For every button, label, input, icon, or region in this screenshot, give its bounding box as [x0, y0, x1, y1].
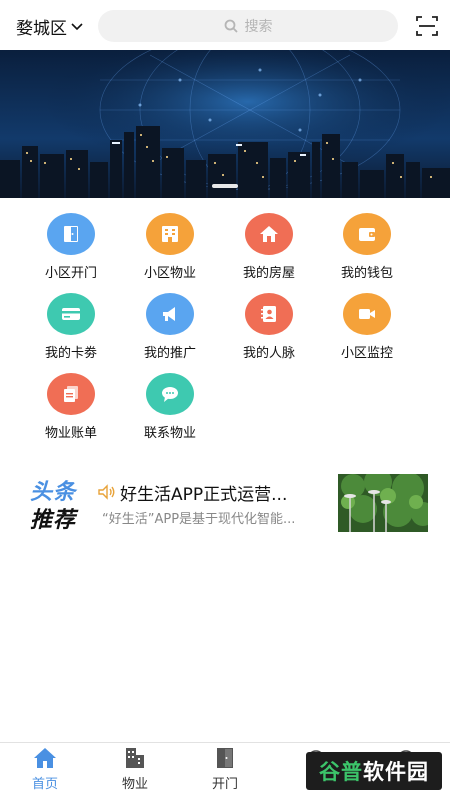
- grid-item-my-house[interactable]: 我的房屋: [220, 213, 318, 281]
- home-icon: [34, 748, 56, 768]
- contacts-icon: [245, 293, 293, 335]
- grid-label: 我的推广: [143, 346, 196, 361]
- watermark-logo: 谷普 软件园: [306, 752, 442, 790]
- nav-label: 首页: [31, 777, 58, 792]
- grid-label: 我的卡劵: [44, 346, 97, 361]
- grid-label: 小区物业: [143, 266, 196, 281]
- door-icon: [217, 748, 233, 768]
- building-icon: [126, 748, 144, 768]
- grid-label: 小区监控: [340, 346, 393, 361]
- banner-carousel[interactable]: [0, 50, 450, 198]
- city-label: 婺城区: [16, 19, 67, 39]
- headline-subtitle: “好生活”APP是基于现代化智能...: [102, 512, 296, 527]
- headline-news[interactable]: 头条 推荐 好生活APP正式运营... “好生活”APP是基于现代化智能...: [0, 470, 450, 540]
- grid-item-community-monitor[interactable]: 小区监控: [318, 293, 416, 361]
- home-icon: [245, 213, 293, 255]
- grid-item-property-bill[interactable]: 物业账单: [22, 373, 120, 441]
- card-icon: [47, 293, 95, 335]
- watermark-part2: 软件园: [363, 760, 429, 784]
- carousel-indicator[interactable]: [212, 184, 238, 188]
- door-icon: [47, 213, 95, 255]
- watermark-part1: 谷普: [319, 760, 363, 784]
- headline-thumbnail[interactable]: [338, 474, 428, 532]
- camera-icon: [343, 293, 391, 335]
- city-skyline-image: [0, 50, 450, 198]
- grid-label: 我的人脉: [242, 346, 295, 361]
- grid-item-contact-property[interactable]: 联系物业: [121, 373, 219, 441]
- megaphone-icon: [146, 293, 194, 335]
- building-icon: [146, 213, 194, 255]
- chevron-down-icon: [71, 22, 83, 30]
- nav-item-home[interactable]: 首页: [10, 747, 80, 792]
- city-selector[interactable]: 婺城区: [16, 14, 84, 39]
- bill-icon: [47, 373, 95, 415]
- search-icon: [224, 19, 238, 33]
- nav-label: 开门: [211, 777, 238, 792]
- nav-item-open-door[interactable]: 开门: [190, 747, 260, 792]
- chat-icon: [146, 373, 194, 415]
- speaker-icon: [98, 484, 115, 500]
- grid-item-community-property[interactable]: 小区物业: [121, 213, 219, 281]
- grid-label: 小区开门: [44, 266, 97, 281]
- grid-label: 我的钱包: [340, 266, 393, 281]
- top-bar: 婺城区 搜索: [0, 0, 450, 50]
- headline-title[interactable]: 好生活APP正式运营...: [120, 480, 320, 505]
- grid-label: 联系物业: [143, 426, 196, 441]
- search-placeholder: 搜索: [244, 19, 273, 35]
- scan-icon[interactable]: [416, 15, 438, 37]
- nav-label: 物业: [121, 777, 148, 792]
- grid-label: 物业账单: [44, 426, 97, 441]
- grid-item-my-cards[interactable]: 我的卡劵: [22, 293, 120, 361]
- nav-item-property[interactable]: 物业: [100, 747, 170, 792]
- headline-brand-bottom: 推荐: [30, 508, 77, 533]
- grid-item-my-promotion[interactable]: 我的推广: [121, 293, 219, 361]
- search-input[interactable]: 搜索: [98, 10, 398, 42]
- grid-label: 我的房屋: [242, 266, 295, 281]
- wallet-icon: [343, 213, 391, 255]
- grid-item-community-door[interactable]: 小区开门: [22, 213, 120, 281]
- grid-item-my-contacts[interactable]: 我的人脉: [220, 293, 318, 361]
- grid-item-my-wallet[interactable]: 我的钱包: [318, 213, 416, 281]
